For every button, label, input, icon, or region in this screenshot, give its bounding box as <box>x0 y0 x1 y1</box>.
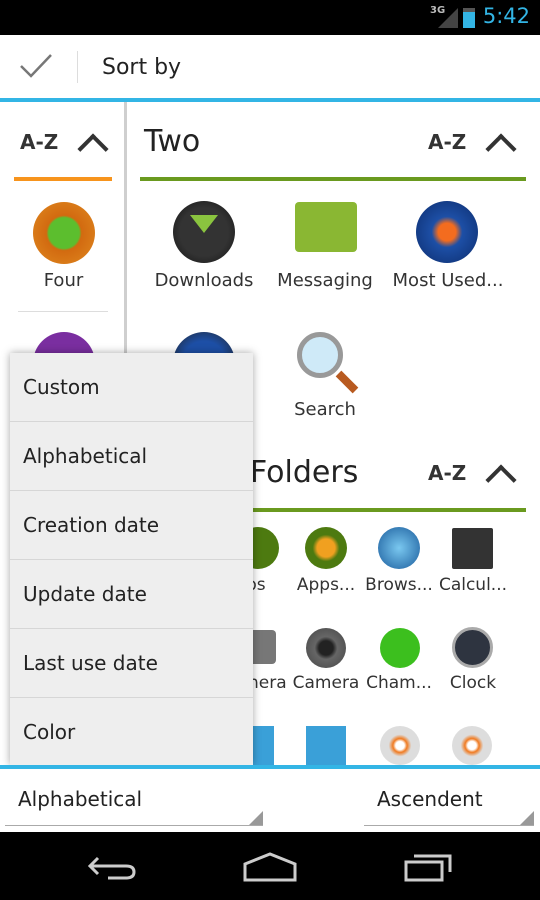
menu-item-update-date[interactable]: Update date <box>10 560 253 629</box>
calculator-icon[interactable] <box>452 528 493 569</box>
item-label[interactable]: Camera <box>291 673 361 693</box>
item-label[interactable]: Apps... <box>296 575 356 595</box>
chameleon-icon[interactable] <box>33 202 95 264</box>
action-bar: Sort by <box>0 35 540 98</box>
item-label[interactable]: Clock <box>438 673 508 693</box>
item-label[interactable]: Cham... <box>364 673 434 693</box>
item-label[interactable]: nera <box>248 673 287 693</box>
page-title: Sort by <box>102 55 182 80</box>
sort-az-button[interactable]: A-Z <box>20 130 58 154</box>
settings-icon[interactable] <box>380 726 420 765</box>
contacts-icon[interactable] <box>306 726 346 765</box>
search-icon[interactable] <box>297 332 343 378</box>
sort-options-menu: Custom Alphabetical Creation date Update… <box>10 353 253 765</box>
item-label[interactable]: Brows... <box>364 575 434 595</box>
most-used-icon[interactable] <box>416 201 478 263</box>
menu-item-custom[interactable]: Custom <box>10 353 253 422</box>
clock: 5:42 <box>482 4 530 28</box>
menu-item-color[interactable]: Color <box>10 698 253 767</box>
item-label[interactable]: Messaging <box>265 270 385 291</box>
item-label[interactable]: Downloads <box>144 270 264 291</box>
recent-apps-icon[interactable] <box>404 850 454 882</box>
check-icon[interactable] <box>20 53 52 79</box>
camera-icon[interactable] <box>306 628 346 668</box>
item-label[interactable]: Calcul... <box>438 575 508 595</box>
sort-az-button[interactable]: A-Z <box>428 461 466 485</box>
status-bar: 3G 5:42 <box>0 0 540 35</box>
chevron-up-icon[interactable] <box>77 133 109 165</box>
divider <box>77 51 78 83</box>
group-title: Two <box>144 124 201 159</box>
sort-az-button[interactable]: A-Z <box>428 130 466 154</box>
menu-item-last-use-date[interactable]: Last use date <box>10 629 253 698</box>
settings-icon[interactable] <box>452 726 492 765</box>
sort-field-spinner[interactable]: Alphabetical <box>5 786 263 826</box>
messaging-icon[interactable] <box>295 202 357 252</box>
back-icon[interactable] <box>88 854 136 880</box>
item-label[interactable]: Four <box>0 270 127 291</box>
chevron-up-icon[interactable] <box>485 133 517 165</box>
browser-icon[interactable] <box>378 527 420 569</box>
bottom-bar: Alphabetical Ascendent <box>0 769 540 832</box>
accent-bar <box>140 177 526 181</box>
sort-order-spinner[interactable]: Ascendent <box>364 786 534 826</box>
menu-item-creation-date[interactable]: Creation date <box>10 491 253 560</box>
dropdown-triangle-icon <box>249 811 263 825</box>
downloads-icon[interactable] <box>173 201 235 263</box>
chevron-up-icon[interactable] <box>485 464 517 496</box>
item-label[interactable]: Most Used... <box>386 270 510 291</box>
dropdown-triangle-icon <box>520 811 534 825</box>
navigation-bar <box>0 832 540 900</box>
item-label[interactable]: Search <box>265 399 385 420</box>
menu-item-alphabetical[interactable]: Alphabetical <box>10 422 253 491</box>
group-title: Folders <box>250 455 359 490</box>
home-icon[interactable] <box>243 852 297 882</box>
signal-icon <box>438 8 458 28</box>
sort-order-value: Ascendent <box>377 787 483 811</box>
apps-folder-icon[interactable] <box>305 527 347 569</box>
divider <box>18 311 108 312</box>
search-icon-handle <box>335 370 359 394</box>
battery-icon <box>463 8 475 28</box>
clock-icon[interactable] <box>452 627 493 668</box>
sort-field-value: Alphabetical <box>18 787 143 811</box>
accent-bar <box>14 177 112 181</box>
chameleon-icon[interactable] <box>380 628 420 668</box>
